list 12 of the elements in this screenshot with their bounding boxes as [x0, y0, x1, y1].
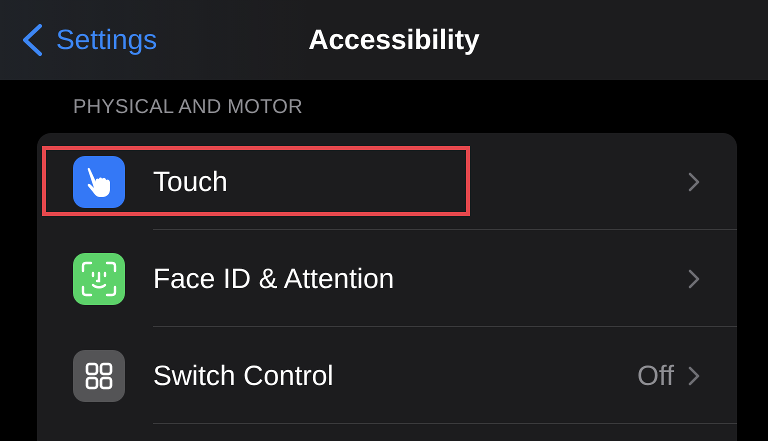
section-header: PHYSICAL AND MOTOR: [73, 95, 304, 120]
chevron-icon: [688, 172, 700, 192]
row-value: Off: [637, 360, 674, 392]
settings-row[interactable]: Face ID & Attention: [37, 230, 737, 327]
chevron-icon: [688, 366, 700, 386]
back-chevron-icon: [20, 23, 44, 57]
grid-icon: [84, 360, 114, 390]
settings-row[interactable]: Switch Control Off: [37, 327, 737, 424]
settings-row[interactable]: Touch: [37, 133, 737, 230]
screen-title: Accessibility: [308, 24, 480, 56]
back-button[interactable]: Settings: [20, 23, 158, 57]
chevron-icon: [688, 268, 700, 288]
